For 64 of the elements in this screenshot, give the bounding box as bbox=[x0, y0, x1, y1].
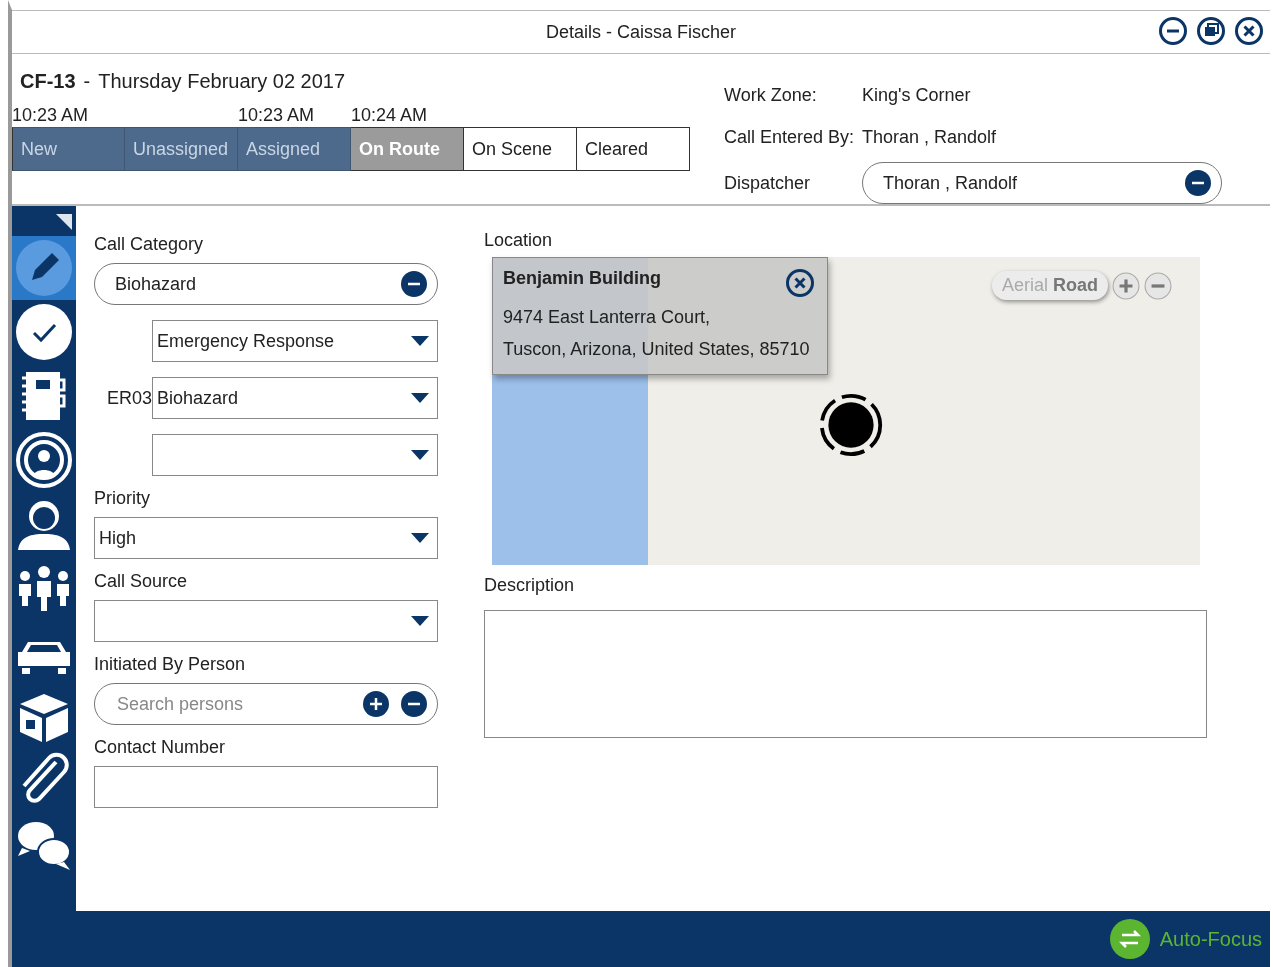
search-input[interactable]: Search persons bbox=[115, 692, 351, 716]
zoom-in-icon[interactable] bbox=[1112, 271, 1140, 300]
separator: - bbox=[83, 70, 91, 93]
restore-icon[interactable] bbox=[1196, 16, 1226, 46]
close-icon[interactable] bbox=[1234, 16, 1264, 46]
status-step: On Scene bbox=[464, 127, 577, 171]
work-zone-value: King's Corner bbox=[862, 84, 971, 106]
caret-icon bbox=[411, 393, 429, 403]
remove-icon[interactable] bbox=[401, 691, 427, 717]
status-step: New bbox=[12, 127, 125, 171]
field-label: Call Entered By: bbox=[724, 126, 856, 148]
stage-time: 10:23 AM bbox=[238, 105, 315, 125]
popup-title: Benjamin Building bbox=[503, 268, 661, 289]
call-category-field[interactable]: Biohazard bbox=[94, 263, 438, 305]
checkmark-icon bbox=[16, 304, 72, 360]
call-date: Thursday February 02 2017 bbox=[98, 70, 346, 93]
pencil-icon bbox=[16, 240, 72, 296]
call-id: CF-13 bbox=[20, 70, 76, 93]
map-placeholder[interactable]: Benjamin Building 9474 East Lanterra Court, Tuscon, Arizona, United States, 85710 Aerial Road bbox=[492, 257, 1200, 565]
field-label: Contact Number bbox=[94, 737, 227, 758]
stage-time: 10:24 AM bbox=[351, 105, 428, 125]
add-icon[interactable] bbox=[363, 691, 389, 717]
address-line: 9474 East Lanterra Court, bbox=[503, 306, 712, 329]
field-label: Initiated By Person bbox=[94, 654, 247, 675]
field-label: Dispatcher bbox=[724, 172, 812, 194]
address-line: Tuscon, Arizona, United States, 85710 bbox=[503, 338, 811, 361]
zoom-out-icon[interactable] bbox=[1144, 271, 1172, 300]
dropdown[interactable]: Emergency Response bbox=[152, 320, 438, 362]
field-label: Priority bbox=[94, 488, 151, 509]
dropdown[interactable]: Biohazard bbox=[152, 377, 438, 419]
status-step: Cleared bbox=[577, 127, 690, 171]
dropdown[interactable] bbox=[152, 434, 438, 476]
close-icon[interactable] bbox=[785, 268, 815, 298]
map-type-option[interactable]: Road bbox=[1053, 275, 1098, 296]
field-label: Call Category bbox=[94, 234, 205, 255]
entered-by-value: Thoran , Randolf bbox=[862, 126, 997, 148]
search-field[interactable]: Search persons bbox=[94, 683, 438, 725]
caret-icon bbox=[411, 450, 429, 460]
caret-icon bbox=[411, 336, 429, 346]
location-marker-icon bbox=[818, 392, 884, 458]
priority-dropdown[interactable]: High bbox=[94, 517, 438, 559]
field-label: Description bbox=[484, 575, 576, 596]
field-label: Location bbox=[484, 230, 554, 251]
remove-icon[interactable] bbox=[1185, 170, 1211, 196]
call-source-dropdown[interactable] bbox=[94, 600, 438, 642]
minimize-icon[interactable] bbox=[1158, 16, 1188, 46]
field-label: Work Zone: bbox=[724, 84, 818, 106]
description-field[interactable] bbox=[484, 610, 1207, 738]
window-title: Details - Caissa Fischer bbox=[545, 21, 736, 43]
status-step: On Route bbox=[351, 127, 464, 171]
status-step: Assigned bbox=[238, 127, 351, 171]
remove-icon[interactable] bbox=[401, 271, 427, 297]
stage-time: 10:23 AM bbox=[12, 105, 89, 125]
caret-icon bbox=[411, 533, 429, 543]
broadcast-person-icon bbox=[16, 432, 72, 488]
status-step: Unassigned bbox=[125, 127, 238, 171]
caret-icon bbox=[411, 616, 429, 626]
swap-arrows-icon bbox=[1109, 919, 1150, 959]
contact-number-field[interactable] bbox=[94, 766, 438, 808]
category-code: ER03 bbox=[106, 387, 152, 408]
field-label: Call Source bbox=[94, 571, 189, 592]
dispatcher-field[interactable]: Thoran , Randolf bbox=[862, 162, 1222, 204]
auto-focus-button[interactable]: Auto-Focus bbox=[1109, 919, 1262, 959]
corner-triangle-icon[interactable] bbox=[56, 214, 72, 230]
